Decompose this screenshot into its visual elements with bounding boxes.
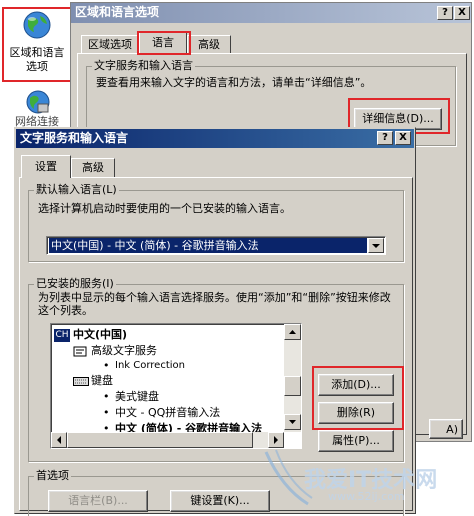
regional-dialog-title: 区域和语言选项 [75, 5, 160, 19]
regional-dialog-titlebar: 区域和语言选项 [71, 3, 471, 23]
tree-item-keyboard[interactable]: 键盘 [91, 374, 113, 388]
scroll-left-button[interactable] [51, 432, 67, 448]
scroll-right-button[interactable] [268, 432, 284, 448]
tree-horizontal-scrollbar[interactable] [51, 432, 284, 448]
scroll-down-button[interactable] [284, 414, 301, 430]
text-services-close-button[interactable]: X [395, 131, 411, 145]
default-language-select-value: 中文(中国) - 中文 (简体) - 谷歌拼音输入法 [49, 238, 367, 253]
network-globe-icon [26, 90, 50, 114]
installed-services-group-desc: 为列表中显示的每个输入语言选择服务。使用“添加”和“删除”按钮来修改这个列表。 [38, 291, 391, 317]
tab-advanced[interactable]: 高级 [187, 35, 231, 54]
chevron-down-icon [289, 420, 296, 424]
tree-item-qq-pinyin[interactable]: 中文 - QQ拼音输入法 [115, 406, 220, 420]
chevron-down-icon [372, 244, 380, 248]
tree-item-advanced-service[interactable]: 高级文字服务 [91, 344, 157, 358]
scroll-up-button[interactable] [284, 324, 301, 340]
tree-item-us-keyboard[interactable]: 美式键盘 [115, 390, 159, 404]
tab-regional-options[interactable]: 区域选项 [81, 35, 139, 54]
tree-bullet-ink: • [103, 359, 110, 372]
default-language-select[interactable]: 中文(中国) - 中文 (简体) - 谷歌拼音输入法 [46, 236, 386, 255]
text-services-group-label: 文字服务和输入语言 [92, 59, 195, 72]
highlight-language-tab [137, 31, 191, 55]
highlight-add-remove [312, 366, 404, 430]
key-settings-button[interactable]: 键设置(K)... [170, 490, 270, 512]
text-services-help-button[interactable]: ? [377, 131, 393, 145]
installed-services-group-label: 已安装的服务(I) [34, 277, 116, 290]
chevron-right-icon [274, 436, 278, 444]
chevron-left-icon [57, 436, 61, 444]
highlight-regional-icon [2, 7, 72, 82]
regional-close-button[interactable]: X [454, 6, 470, 20]
tab-advanced-settings[interactable]: 高级 [71, 158, 115, 178]
lang-badge: CH [54, 329, 70, 342]
language-bar-button[interactable]: 语言栏(B)... [48, 490, 148, 512]
preferences-group-label: 首选项 [34, 469, 71, 482]
keyboard-icon [73, 377, 89, 386]
desktop-network-icon[interactable]: 网络连接 [4, 86, 68, 128]
regional-bottom-button[interactable]: A) [429, 419, 463, 439]
tree-item-chinese-china[interactable]: 中文(中国) [73, 328, 127, 342]
tree-bullet-qq: • [103, 406, 110, 419]
select-dropdown-arrow[interactable] [368, 238, 384, 253]
tree-vertical-scrollbar[interactable] [284, 324, 301, 432]
chevron-up-icon [289, 330, 296, 334]
settings-tab-panel: 默认输入语言(L) 选择计算机启动时要使用的一个已安装的输入语言。 中文(中国)… [19, 177, 413, 516]
tree-bullet-us: • [103, 390, 110, 403]
default-language-group-desc: 选择计算机启动时要使用的一个已安装的输入语言。 [38, 202, 291, 215]
text-services-dialog: 文字服务和输入语言 ? X 设置 高级 默认输入语言(L) 选择计算机启动时要使… [14, 127, 416, 516]
properties-button[interactable]: 属性(P)... [318, 430, 394, 452]
default-language-group-label: 默认输入语言(L) [34, 183, 119, 196]
text-services-title: 文字服务和输入语言 [20, 131, 129, 145]
scroll-thumb[interactable] [284, 376, 301, 396]
tree-item-ink-correction[interactable]: Ink Correction [115, 359, 185, 373]
text-services-titlebar: 文字服务和输入语言 [16, 129, 414, 148]
hscroll-thumb[interactable] [67, 432, 253, 448]
watermark-url: www.52ij.com [328, 490, 405, 503]
tab-settings[interactable]: 设置 [21, 155, 71, 178]
text-services-group-desc: 要查看用来输入文字的语言和方法，请单击“详细信息”。 [96, 76, 372, 89]
regional-help-button[interactable]: ? [437, 6, 453, 20]
advanced-service-icon [73, 346, 87, 357]
services-tree[interactable]: CH 中文(中国) 高级文字服务 • Ink Correction 键盘 • 美… [50, 323, 302, 449]
